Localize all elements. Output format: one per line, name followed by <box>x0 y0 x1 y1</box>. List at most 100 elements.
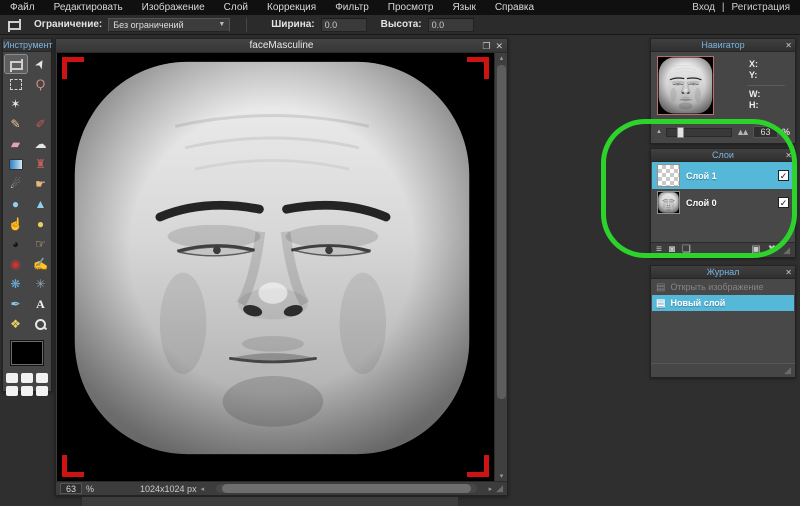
tool-move-button[interactable]: ➤ <box>30 55 52 73</box>
resize-grip-icon[interactable]: ◢ <box>783 243 790 257</box>
tool-pinch-button[interactable]: ✳ <box>30 275 52 293</box>
menu-item-3[interactable]: Слой <box>224 2 248 13</box>
tool-dodge-button[interactable]: ☞ <box>30 235 52 253</box>
tool-wand-button[interactable]: ✶ <box>5 95 27 113</box>
tool-zoom-button[interactable] <box>30 315 52 333</box>
toggle-button[interactable] <box>6 373 18 383</box>
merge-layer-icon[interactable]: ▣ <box>751 243 760 257</box>
menu-item-4[interactable]: Коррекция <box>267 2 316 13</box>
toggle-button[interactable] <box>21 373 33 383</box>
close-icon[interactable]: ✕ <box>785 266 792 279</box>
layer-visibility-checkbox[interactable]: ✓ <box>778 170 789 181</box>
foreground-color-swatch[interactable] <box>10 340 44 366</box>
register-link[interactable]: Регистрация <box>732 2 790 13</box>
horizontal-scroll-thumb[interactable] <box>222 484 470 493</box>
document-titlebar[interactable]: faceMasculine ❐ ✕ <box>56 39 507 53</box>
close-icon[interactable]: ✕ <box>785 39 792 52</box>
layer-mask-icon[interactable]: ◙ <box>669 243 675 257</box>
canvas-area[interactable] <box>57 53 494 481</box>
tool-finger-button[interactable]: ☝ <box>5 215 27 233</box>
toggle-button[interactable] <box>21 386 33 396</box>
crop-corner-bottom-right[interactable] <box>467 455 489 477</box>
history-step-label: Открыть изображение <box>670 282 763 292</box>
zoom-out-icon[interactable]: ▲ <box>656 129 662 135</box>
layer-row-0[interactable]: Слой 1✓ <box>652 162 794 189</box>
tool-stamp-button[interactable]: ♜ <box>30 155 52 173</box>
tool-pencil-button[interactable]: ✎ <box>5 115 27 133</box>
menu-item-0[interactable]: Файл <box>10 2 35 13</box>
tool-smudge-button[interactable]: ☛ <box>30 175 52 193</box>
navigator-thumbnail[interactable] <box>657 56 714 115</box>
zoom-slider[interactable] <box>666 128 732 137</box>
crop-corner-top-right[interactable] <box>467 57 489 79</box>
menu-item-6[interactable]: Просмотр <box>388 2 434 13</box>
tool-smudge-icon: ☛ <box>35 178 46 190</box>
resize-grip-icon[interactable]: ◢ <box>784 365 791 376</box>
vertical-scrollbar[interactable]: ▴ ▾ <box>494 53 507 481</box>
layer-row-1[interactable]: Слой 0✓ <box>652 189 794 216</box>
menu-item-2[interactable]: Изображение <box>142 2 205 13</box>
toggle-button[interactable] <box>6 386 18 396</box>
toggle-button[interactable] <box>36 373 48 383</box>
tool-eyedropper-icon: ✒ <box>10 298 20 310</box>
zoom-value-box[interactable]: 63 <box>60 483 82 494</box>
tool-spray-button[interactable]: ☄ <box>5 175 27 193</box>
tool-gradient-button[interactable] <box>5 155 27 173</box>
crop-corner-top-left[interactable] <box>62 57 84 79</box>
width-input[interactable] <box>321 18 367 32</box>
tool-blur-button[interactable]: ● <box>5 195 27 213</box>
crop-corner-bottom-left[interactable] <box>62 455 84 477</box>
menu-bar: Файл Редактировать Изображение Слой Коррекци… <box>0 0 800 15</box>
tool-bloat-button[interactable]: ❋ <box>5 275 27 293</box>
navigator-zoom-value[interactable]: 63 <box>753 126 778 138</box>
vertical-scroll-thumb[interactable] <box>497 65 506 399</box>
tool-hand-button[interactable]: ❖ <box>5 315 27 333</box>
close-window-icon[interactable]: ✕ <box>495 39 503 53</box>
menu-item-8[interactable]: Справка <box>495 2 534 13</box>
menu-item-1[interactable]: Редактировать <box>54 2 123 13</box>
tool-burn-button[interactable]: ◕ <box>5 235 27 253</box>
scroll-left-icon[interactable]: ◂ <box>201 485 205 493</box>
tool-sponge-button[interactable]: ● <box>30 215 52 233</box>
menu-item-7[interactable]: Язык <box>452 2 475 13</box>
layer-thumbnail-transparent <box>657 164 680 187</box>
layer-visibility-checkbox[interactable]: ✓ <box>778 197 789 208</box>
constraint-dropdown[interactable]: Без ограничений ▼ <box>108 18 230 32</box>
tool-crop-button[interactable] <box>5 55 27 73</box>
scroll-right-icon[interactable]: ▸ <box>489 485 493 493</box>
tool-sharpen-button[interactable]: ▲ <box>30 195 52 213</box>
menu-item-5[interactable]: Фильтр <box>335 2 369 13</box>
tool-brush-hand-button[interactable]: ✍ <box>30 255 52 273</box>
tool-clone-stamp-button[interactable]: ☁ <box>30 135 52 153</box>
toggle-button[interactable] <box>36 386 48 396</box>
tool-lasso-button[interactable]: Ϙ <box>30 75 52 93</box>
tool-type-button[interactable]: A <box>30 295 52 313</box>
login-link[interactable]: Вход <box>692 2 715 13</box>
height-input[interactable] <box>428 18 474 32</box>
history-step-0[interactable]: ▤Открыть изображение <box>652 279 794 295</box>
zoom-in-icon[interactable]: ▲▲ <box>736 127 746 137</box>
y-label: Y: <box>749 70 758 81</box>
new-layer-icon[interactable]: ❏ <box>682 243 691 257</box>
scroll-up-icon[interactable]: ▴ <box>495 54 508 62</box>
close-icon[interactable]: ✕ <box>785 149 792 162</box>
history-list: ▤Открыть изображение▤Новый слой <box>652 279 794 363</box>
layers-list: Слой 1✓Слой 0✓ <box>652 162 794 242</box>
zoom-slider-handle[interactable] <box>677 127 684 138</box>
navigator-title: Навигатор ✕ <box>651 39 795 52</box>
layer-settings-icon[interactable]: ≡ <box>656 243 662 257</box>
history-step-1[interactable]: ▤Новый слой <box>652 295 794 311</box>
scroll-down-icon[interactable]: ▾ <box>495 472 508 480</box>
delete-layer-icon[interactable]: ✖ <box>768 243 776 257</box>
tool-marquee-button[interactable] <box>5 75 27 93</box>
restore-window-icon[interactable]: ❐ <box>482 39 490 53</box>
tool-red-eye-button[interactable]: ◉ <box>5 255 27 273</box>
tool-eyedropper-button[interactable]: ✒ <box>5 295 27 313</box>
panel-toggle-grid <box>7 373 48 396</box>
tool-spray-icon: ☄ <box>10 178 21 190</box>
resize-grip-icon[interactable]: ◢ <box>496 483 503 494</box>
tool-eraser-button[interactable]: ▰ <box>5 135 27 153</box>
tool-lasso-icon: Ϙ <box>36 78 45 90</box>
tool-brush-button[interactable]: ✐ <box>30 115 52 133</box>
horizontal-scrollbar[interactable] <box>216 484 476 493</box>
